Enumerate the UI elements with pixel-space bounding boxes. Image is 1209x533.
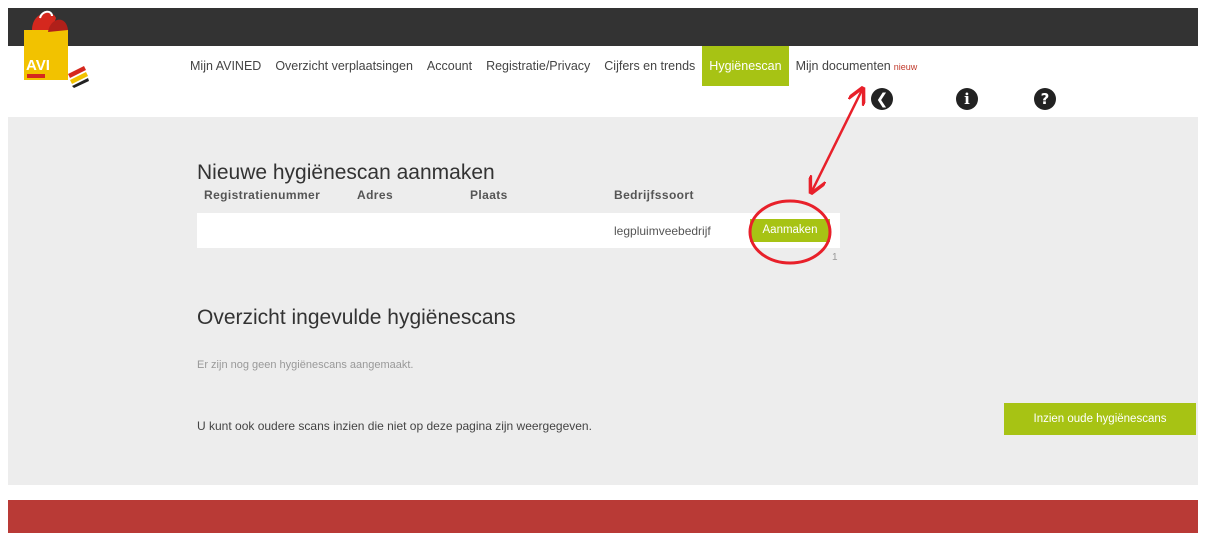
old-scans-text: U kunt ook oudere scans inzien die niet … [197,419,592,433]
inzien-oude-hygienescans-button[interactable]: Inzien oude hygiënescans [1004,403,1196,435]
nav-item-mijn-avined[interactable]: Mijn AVINED [183,46,268,86]
nav-label: Cijfers en trends [604,59,696,73]
nav-item-hygienescan[interactable]: Hygiënescan [702,46,789,86]
overview-section-title: Overzicht ingevulde hygiënescans [197,306,516,329]
back-arrow-icon[interactable]: ❮ [871,88,893,110]
nav-item-registratie-privacy[interactable]: Registratie/Privacy [479,46,597,86]
nav-item-account[interactable]: Account [420,46,479,86]
avined-logo[interactable]: AVI [22,8,90,88]
nav-label: Registratie/Privacy [486,59,591,73]
nav-label: Mijn AVINED [190,59,262,73]
nav-item-cijfers-en-trends[interactable]: Cijfers en trends [597,46,702,86]
table-row [197,213,840,248]
nav-label: Account [426,59,473,73]
footer-bar [8,500,1198,533]
main-nav: Mijn AVINED Overzicht verplaatsingen Acc… [183,46,924,86]
top-bar [8,8,1198,46]
pagination[interactable]: 1 [832,252,838,263]
col-plaats: Plaats [470,188,508,202]
nav-label: Hygiënescan [709,59,782,73]
new-badge: nieuw [893,62,918,72]
empty-state-text: Er zijn nog geen hygiënescans aangemaakt… [197,359,414,371]
logo-text: AVI [26,57,50,74]
help-icon[interactable]: ? [1034,88,1056,110]
cell-bedrijfssoort: legpluimveebedrijf [614,224,711,238]
col-registratienummer: Registratienummer [204,188,321,202]
nav-label: Overzicht verplaatsingen [275,59,413,73]
col-bedrijfssoort: Bedrijfssoort [614,188,694,202]
info-icon[interactable]: i [956,88,978,110]
aanmaken-button[interactable]: Aanmaken [750,219,830,242]
nav-item-mijn-documenten[interactable]: Mijn documenten nieuw [789,46,925,86]
create-section-title: Nieuwe hygiënescan aanmaken [197,161,495,184]
nav-item-overzicht-verplaatsingen[interactable]: Overzicht verplaatsingen [268,46,420,86]
nav-label: Mijn documenten [795,59,891,73]
col-adres: Adres [357,188,394,202]
